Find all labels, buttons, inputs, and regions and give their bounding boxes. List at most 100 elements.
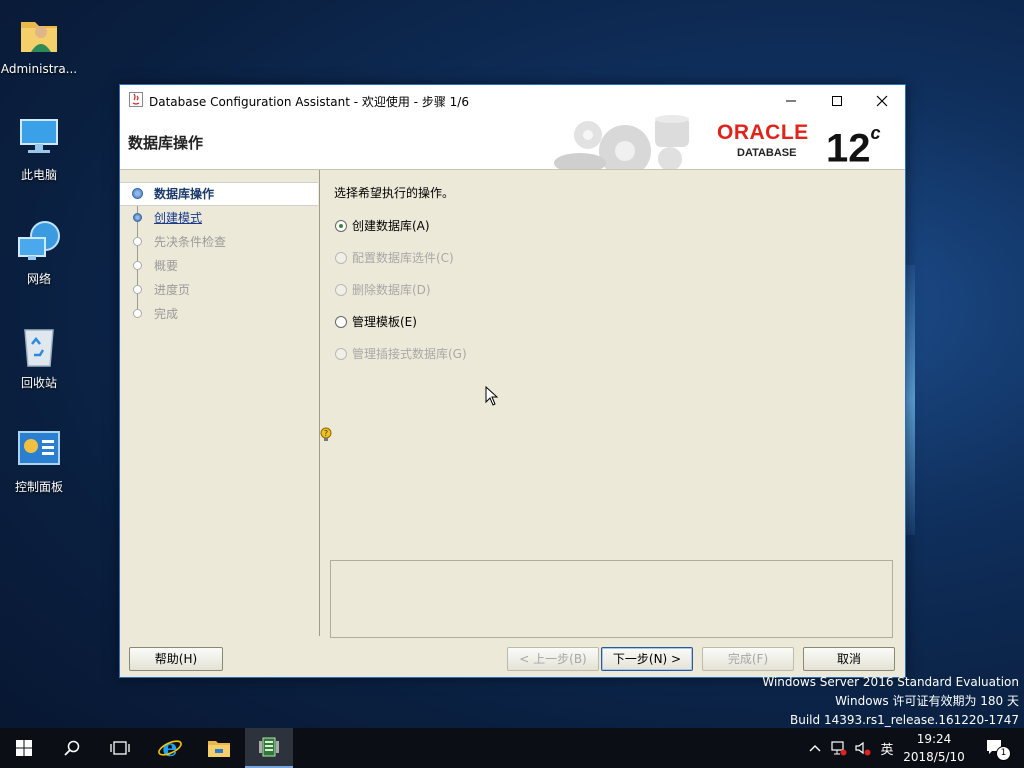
search-icon [64, 740, 80, 756]
os-watermark: Windows Server 2016 Standard Evaluation … [762, 673, 1019, 730]
description-box [330, 560, 893, 638]
radio-button[interactable] [335, 284, 347, 296]
step-progress: 进度页 [120, 279, 318, 301]
oracle-brand: ORACLE [717, 121, 809, 144]
taskbar-file-explorer[interactable] [195, 728, 243, 768]
minimize-icon [786, 100, 796, 101]
java-app-icon [129, 92, 143, 107]
next-button[interactable]: 下一步(N) > [601, 647, 693, 671]
dbca-window: Database Configuration Assistant - 欢迎使用 … [119, 84, 906, 678]
watermark-edition: Windows Server 2016 Standard Evaluation [762, 675, 1019, 689]
desktop-icon-network[interactable]: 网络 [0, 218, 78, 287]
close-icon [876, 95, 888, 106]
computer-icon [15, 114, 63, 162]
minimize-button[interactable] [768, 85, 814, 115]
step-pending-icon [133, 285, 142, 294]
desktop-icon-this-pc[interactable]: 此电脑 [0, 114, 78, 183]
taskbar-internet-explorer[interactable]: e [146, 728, 194, 768]
oracle-logo: ORACLE DATABASE [717, 121, 809, 159]
cancel-button[interactable]: 取消 [803, 647, 895, 671]
action-center-button[interactable]: 1 [978, 728, 1014, 768]
wizard-header: 数据库操作 ORACLE DATABASE 12c [120, 115, 905, 170]
radio-label: 管理模板(E) [352, 315, 417, 329]
network-globe-icon [15, 218, 63, 266]
step-label: 进度页 [154, 283, 191, 297]
windows-logo-icon [16, 740, 32, 756]
show-hidden-icons-button[interactable] [804, 728, 826, 768]
mouse-cursor-icon [485, 385, 499, 406]
maximize-button[interactable] [814, 85, 860, 115]
wallpaper-window-logo [905, 265, 915, 535]
step-label: 数据库操作 [154, 187, 215, 201]
desktop-icon-label: 控制面板 [14, 480, 63, 494]
version-number: 12 [826, 126, 871, 170]
internet-explorer-icon: e [158, 735, 182, 761]
radio-label: 管理插接式数据库(G) [352, 347, 467, 361]
task-view-icon [110, 741, 130, 755]
radio-label: 创建数据库(A) [352, 219, 430, 233]
step-label: 先决条件检查 [154, 235, 227, 249]
ime-indicator[interactable]: 英 [876, 728, 898, 768]
radio-button[interactable] [335, 220, 347, 232]
maximize-icon [832, 95, 842, 106]
radio-label: 删除数据库(D) [352, 283, 431, 297]
file-explorer-icon [208, 741, 230, 757]
page-title: 数据库操作 [128, 134, 204, 152]
clock[interactable]: 19:24 2018/5/10 [896, 730, 972, 766]
dbca-app-icon [259, 737, 279, 757]
oracle-version: 12c [826, 119, 881, 170]
radio-button[interactable] [335, 252, 347, 264]
close-button[interactable] [859, 85, 905, 115]
version-suffix: c [870, 123, 881, 143]
desktop-icon-label: 此电脑 [20, 168, 57, 182]
instruction-text: 选择希望执行的操作。 [334, 186, 455, 200]
svg-text:?: ? [324, 429, 328, 438]
step-current-icon [132, 188, 143, 199]
step-finish: 完成 [120, 303, 318, 325]
steps-panel: 数据库操作 创建模式 先决条件检查 概要 进度页 完成 [120, 170, 320, 636]
task-view-button[interactable] [96, 728, 144, 768]
step-pending-icon [133, 309, 142, 318]
search-button[interactable] [48, 728, 96, 768]
gears-graphic [550, 115, 720, 169]
clock-time: 19:24 [916, 732, 952, 746]
volume-button[interactable] [852, 728, 874, 768]
help-button[interactable]: 帮助(H) [129, 647, 223, 671]
taskbar-dbca-app[interactable] [245, 728, 293, 768]
oracle-product: DATABASE [737, 147, 797, 159]
desktop-icon-administrator[interactable]: Administra... [0, 10, 78, 76]
network-disconnected-icon [831, 741, 847, 756]
network-status-button[interactable] [828, 728, 850, 768]
radio-button[interactable] [335, 316, 347, 328]
clock-date: 2018/5/10 [903, 750, 965, 764]
desktop-icon-label: 网络 [26, 272, 51, 286]
step-creation-mode[interactable]: 创建模式 [120, 207, 318, 229]
volume-muted-icon [855, 741, 871, 756]
desktop-icon-recycle-bin[interactable]: 回收站 [0, 322, 78, 391]
hint-lightbulb-icon[interactable]: ? [320, 427, 332, 443]
taskbar: e 英 19:24 2018/5/10 1 [0, 728, 1024, 768]
step-label: 创建模式 [154, 211, 203, 225]
content-panel: 选择希望执行的操作。 创建数据库(A) 配置数据库选件(C) 删除数据库(D) … [320, 170, 905, 638]
back-button[interactable]: < 上一步(B) [507, 647, 599, 671]
step-summary: 概要 [120, 255, 318, 277]
step-label: 完成 [154, 307, 179, 321]
step-pending-icon [133, 261, 142, 270]
svg-text:e: e [162, 735, 177, 761]
control-panel-icon [15, 426, 63, 474]
radio-button[interactable] [335, 348, 347, 360]
user-folder-icon [15, 10, 63, 58]
step-next-icon [133, 213, 142, 222]
chevron-up-icon [809, 745, 821, 752]
desktop-icon-label: 回收站 [20, 376, 57, 390]
start-button[interactable] [0, 728, 48, 768]
step-label: 概要 [154, 259, 179, 273]
window-title: Database Configuration Assistant - 欢迎使用 … [149, 95, 469, 109]
step-pending-icon [133, 237, 142, 246]
watermark-license: Windows 许可证有效期为 180 天 [835, 694, 1019, 708]
finish-button[interactable]: 完成(F) [702, 647, 794, 671]
step-prerequisite-checks: 先决条件检查 [120, 231, 318, 253]
step-database-operation[interactable]: 数据库操作 [120, 182, 318, 206]
title-bar[interactable]: Database Configuration Assistant - 欢迎使用 … [120, 85, 905, 115]
desktop-icon-control-panel[interactable]: 控制面板 [0, 426, 78, 495]
